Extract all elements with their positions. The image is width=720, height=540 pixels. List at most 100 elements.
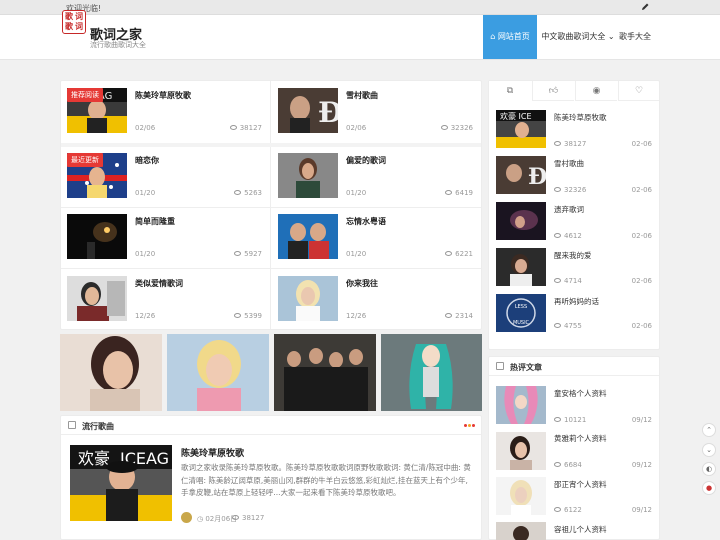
layers-icon	[68, 421, 76, 429]
eye-icon	[554, 187, 561, 192]
user-button[interactable]: ●	[702, 481, 716, 495]
copy-icon: ⧉	[506, 86, 514, 96]
sidebar-item-title[interactable]: 再听妈妈的话	[554, 296, 599, 307]
hot-item-title[interactable]: 邵正宵个人资料	[554, 479, 607, 490]
tab-popular[interactable]: 👍︎	[532, 81, 574, 101]
svg-text:MUSIC: MUSIC	[513, 320, 530, 326]
sidebar-thumbnail[interactable]	[496, 202, 546, 240]
grid-item-views: 32326	[423, 124, 473, 132]
eye-icon	[445, 251, 453, 256]
nav-chinese-lyrics-label: 中文歌曲歌词大全	[541, 32, 606, 41]
sidebar-item-views: 4612	[554, 232, 582, 240]
sidebar-item-date: 02-06	[631, 232, 652, 240]
site-logo[interactable]: 歌 词 歌 词	[62, 10, 86, 34]
grid-item-title[interactable]: 忘情水粤语	[346, 216, 386, 227]
eye-icon	[234, 313, 242, 318]
grid-item-title[interactable]: 雪村歌曲	[346, 90, 378, 101]
thumbnail[interactable]: 最近更新	[67, 153, 127, 198]
svg-text:欢豪 ICE: 欢豪 ICE	[500, 111, 532, 121]
eye-icon	[554, 507, 561, 512]
grid-item-views: 2314	[423, 312, 473, 320]
eye-icon	[445, 313, 453, 318]
sidebar-item-title[interactable]: 遗弃歌词	[554, 204, 584, 215]
grid-item-date: 12/26	[135, 312, 156, 320]
grid-item-views: 38127	[212, 124, 262, 132]
grid-item-title[interactable]: 陈美玲草原牧歌	[135, 90, 191, 101]
eye-icon	[554, 141, 561, 146]
sidebar-thumbnail[interactable]	[496, 386, 546, 424]
scroll-down-button[interactable]: ⌄	[702, 443, 716, 457]
thumbnail[interactable]	[278, 214, 338, 259]
sidebar-thumbnail[interactable]: 欢豪 ICE	[496, 110, 546, 148]
grid-item-title[interactable]: 简单而隆重	[135, 216, 175, 227]
hot-item-title[interactable]: 黄雅莉个人资料	[554, 433, 607, 444]
feature-title[interactable]: 陈美玲草原牧歌	[181, 446, 244, 459]
sidebar-thumbnail[interactable]	[496, 432, 546, 470]
grid-item-date: 02/06	[135, 124, 156, 132]
photo-banner[interactable]	[60, 334, 162, 411]
thumbnail[interactable]	[67, 276, 127, 321]
grid-item-views: 5263	[212, 189, 262, 197]
eye-icon	[554, 233, 561, 238]
heart-icon: ♡	[634, 86, 644, 96]
grid-item-title[interactable]: 你来我往	[346, 278, 378, 289]
sidebar-thumbnail[interactable]	[496, 522, 546, 540]
grid-item-title[interactable]: 类似爱情歌词	[135, 278, 183, 289]
sidebar-thumbnail[interactable]	[496, 248, 546, 286]
logo-char: 歌	[65, 22, 73, 31]
tab-latest[interactable]: ⧉	[489, 81, 531, 101]
sidebar-item-title[interactable]: 醒来我的爱	[554, 250, 592, 261]
sidebar-item-date: 02-06	[631, 186, 652, 194]
theme-toggle-button[interactable]: ◐	[702, 462, 716, 476]
grid-item-title[interactable]: 偏爱的歌词	[346, 155, 386, 166]
dots-icon[interactable]	[464, 424, 476, 427]
scroll-up-button[interactable]: ⌃	[702, 423, 716, 437]
nav-singers[interactable]: 歌手大全	[617, 15, 653, 59]
sidebar-item-title[interactable]: 雪村歌曲	[554, 158, 584, 169]
tab-views[interactable]: ◉	[575, 81, 617, 101]
thumbnail[interactable]: Ð	[278, 88, 338, 133]
tab-likes[interactable]: ♡	[618, 81, 659, 101]
site-subtitle: 流行歌曲歌词大全	[90, 41, 146, 49]
sidebar-item-date: 02-06	[631, 140, 652, 148]
hot-item-title[interactable]: 容祖儿个人资料	[554, 524, 607, 535]
user-icon: ●	[705, 484, 713, 492]
sidebar-item-views: 4755	[554, 322, 582, 330]
nav-singers-label: 歌手大全	[619, 32, 651, 41]
feature-thumbnail[interactable]: 欢豪 ICEAG	[70, 445, 172, 521]
thumbnail[interactable]	[278, 153, 338, 198]
grid-item-title[interactable]: 暗恋你	[135, 155, 159, 166]
sidebar-thumbnail[interactable]	[496, 477, 546, 515]
logo-char: 词	[75, 12, 83, 21]
pencil-icon[interactable]	[640, 2, 650, 12]
nav-home-label: 网站首页	[497, 32, 530, 41]
logo-char: 歌	[65, 12, 73, 21]
contrast-icon: ◐	[705, 465, 713, 473]
photo-banner[interactable]	[274, 334, 376, 411]
thumbnail[interactable]: ICEAG 推荐阅读	[67, 88, 127, 133]
photo-banner[interactable]	[167, 334, 269, 411]
eye-icon	[232, 515, 239, 520]
grid-item-date: 01/20	[135, 250, 156, 258]
eye-icon: ◉	[592, 86, 601, 96]
nav-home[interactable]: ⌂ 网站首页	[483, 15, 537, 59]
thumbnail[interactable]	[67, 214, 127, 259]
sidebar-thumbnail[interactable]: Ð	[496, 156, 546, 194]
hot-articles-title: 热评文章	[510, 363, 542, 372]
eye-icon	[234, 190, 242, 195]
nav-chinese-lyrics[interactable]: 中文歌曲歌词大全 ⌄	[541, 15, 615, 59]
sidebar-item-date: 02-06	[631, 322, 652, 330]
thumbnail[interactable]	[278, 276, 338, 321]
sidebar-item-title[interactable]: 陈美玲草原牧歌	[554, 112, 607, 123]
sidebar-item-views: 32326	[554, 186, 586, 194]
avatar[interactable]	[181, 512, 192, 523]
grid-item-views: 6419	[423, 189, 473, 197]
photo-banner[interactable]	[381, 334, 482, 411]
sidebar-thumbnail[interactable]: LESS MUSIC	[496, 294, 546, 332]
chevron-up-icon: ⌃	[706, 426, 712, 434]
hot-item-title[interactable]: 童安格个人资料	[554, 388, 607, 399]
feature-views: 38127	[232, 514, 264, 522]
eye-icon	[554, 417, 561, 422]
home-icon: ⌂	[490, 32, 498, 41]
logo-char: 词	[75, 22, 83, 31]
